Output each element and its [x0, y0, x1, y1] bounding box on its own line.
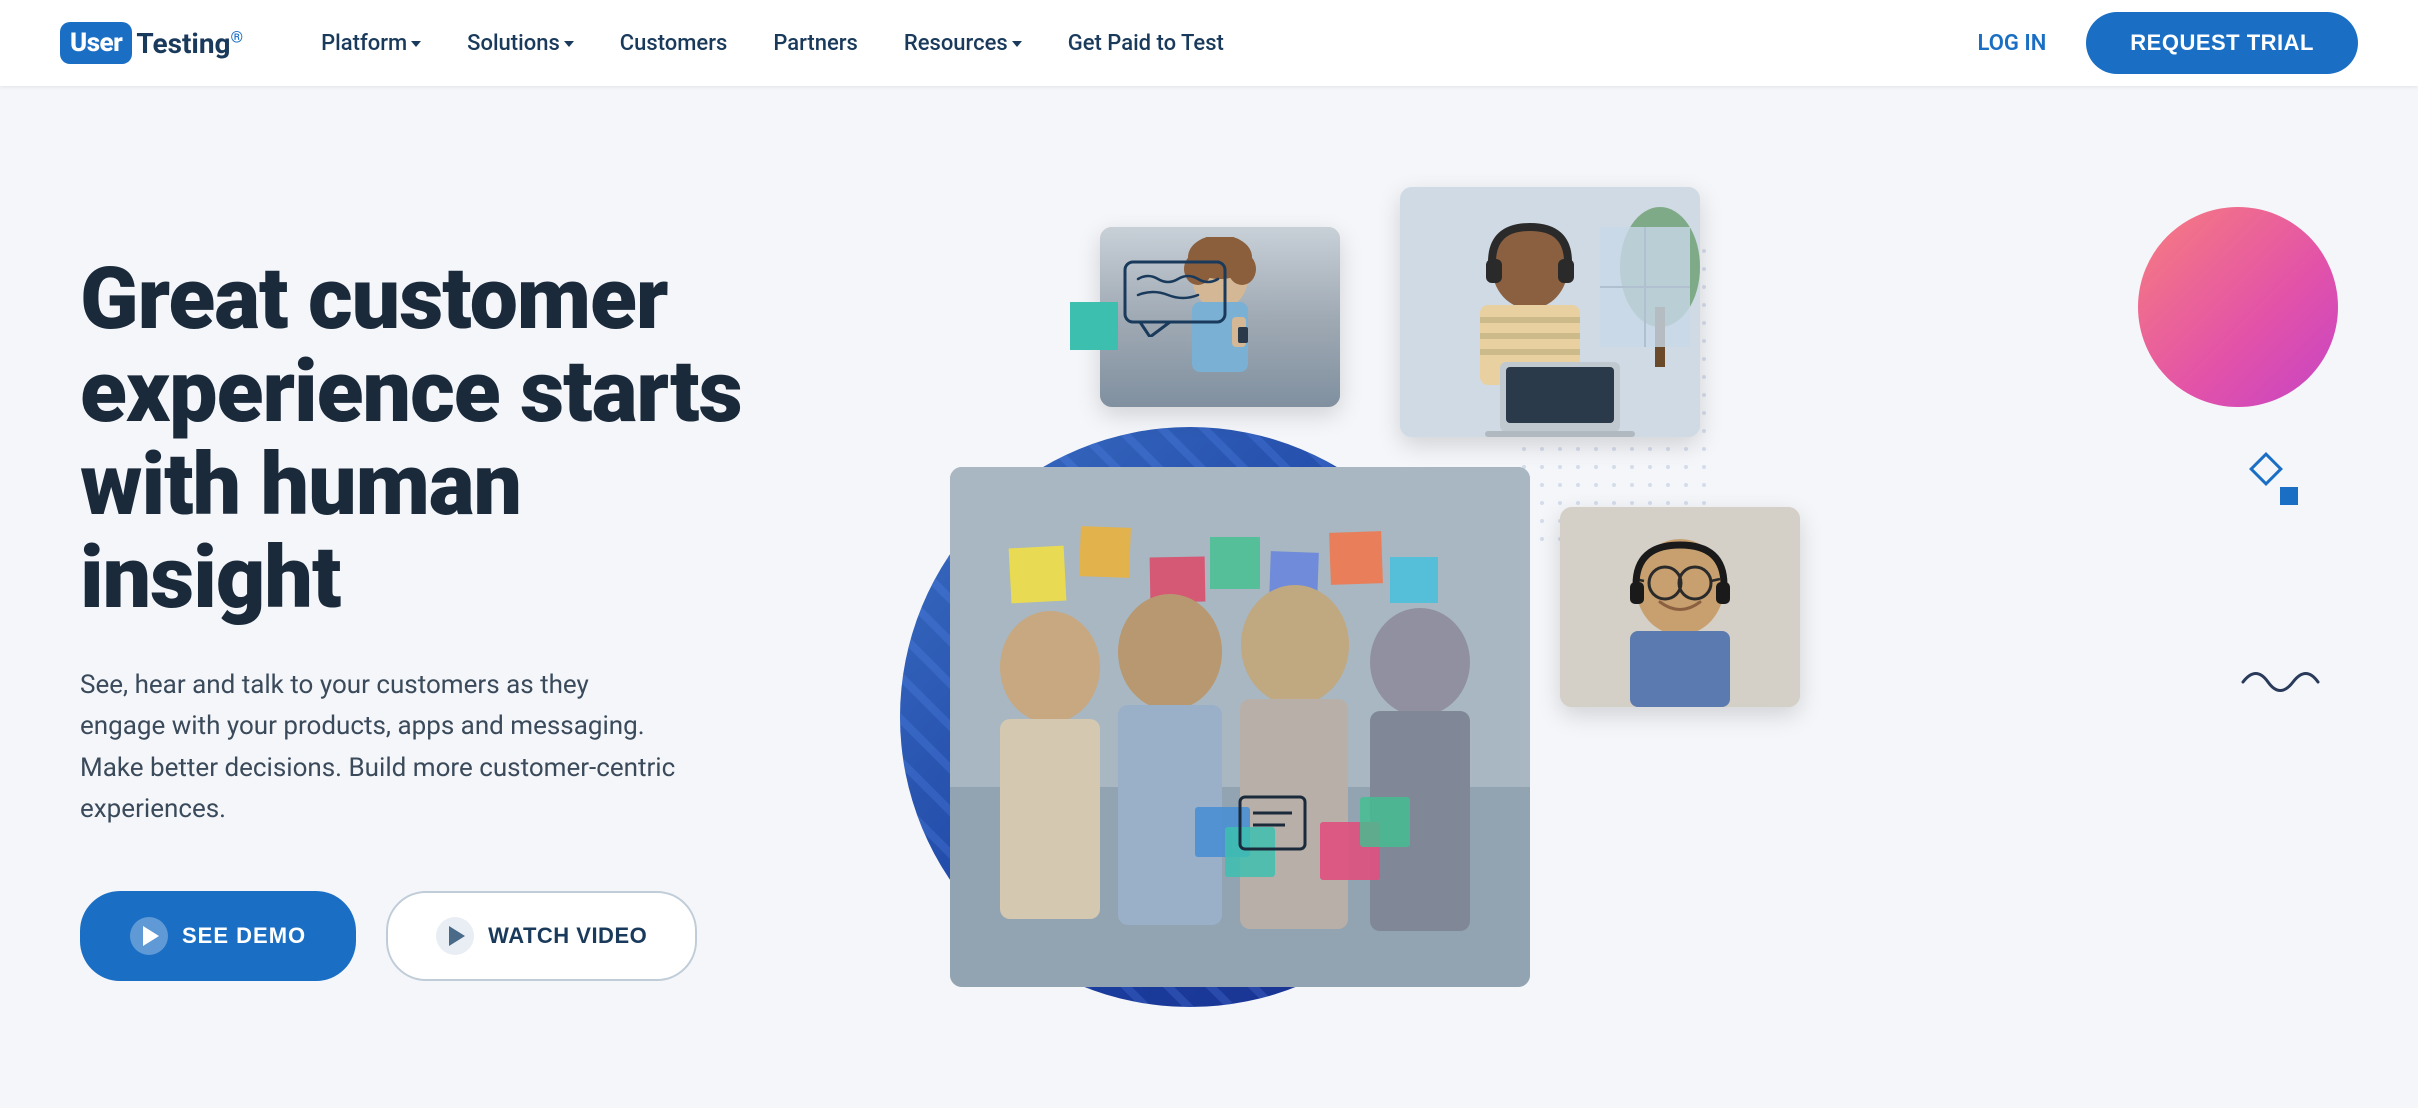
nav-platform[interactable]: Platform — [303, 23, 439, 64]
hero-right — [840, 147, 2338, 1047]
logo-user-text: User — [70, 28, 122, 58]
play-circle-outline-icon — [436, 917, 474, 955]
platform-chevron-icon — [411, 41, 421, 47]
logo-box: User — [60, 22, 132, 64]
nav-get-paid[interactable]: Get Paid to Test — [1050, 23, 1242, 64]
play-triangle-icon — [143, 926, 159, 946]
nav-solutions[interactable]: Solutions — [449, 23, 592, 64]
hero-left: Great customer experience starts with hu… — [80, 213, 780, 981]
deco-squiggle — [2238, 657, 2328, 711]
hero-section: Great customer experience starts with hu… — [0, 86, 2418, 1108]
see-demo-button[interactable]: SEE DEMO — [80, 891, 356, 981]
deco-blue-square — [2280, 487, 2298, 505]
nav-resources[interactable]: Resources — [886, 23, 1040, 64]
solutions-chevron-icon — [564, 41, 574, 47]
deco-teal-square — [1070, 302, 1118, 350]
hero-subtitle: See, hear and talk to your customers as … — [80, 665, 680, 831]
deco-diamond — [2249, 452, 2283, 486]
request-trial-button[interactable]: REQUEST TRIAL — [2086, 12, 2358, 74]
hero-title: Great customer experience starts with hu… — [80, 253, 780, 625]
nav-partners[interactable]: Partners — [755, 23, 876, 64]
nav-links: Platform Solutions Customers Partners Re… — [303, 23, 1961, 64]
hero-buttons: SEE DEMO WATCH VIDEO — [80, 891, 780, 981]
login-button[interactable]: LOG IN — [1962, 23, 2063, 64]
hero-main-group-photo — [950, 467, 1530, 987]
hero-photo-man-laptop — [1400, 187, 1700, 437]
deco-speech-bubble — [1120, 257, 1240, 341]
play-triangle-dark-icon — [449, 926, 465, 946]
navbar: User Testing® Platform Solutions Custome… — [0, 0, 2418, 86]
nav-customers[interactable]: Customers — [602, 23, 746, 64]
hero-photo-man-headphones — [1560, 507, 1800, 707]
logo[interactable]: User Testing® — [60, 22, 243, 64]
resources-chevron-icon — [1012, 41, 1022, 47]
logo-testing-text: Testing® — [136, 27, 243, 60]
nav-right: LOG IN REQUEST TRIAL — [1962, 12, 2358, 74]
deco-circle-pink — [2138, 207, 2338, 407]
watch-video-button[interactable]: WATCH VIDEO — [386, 891, 697, 981]
play-circle-icon — [130, 917, 168, 955]
